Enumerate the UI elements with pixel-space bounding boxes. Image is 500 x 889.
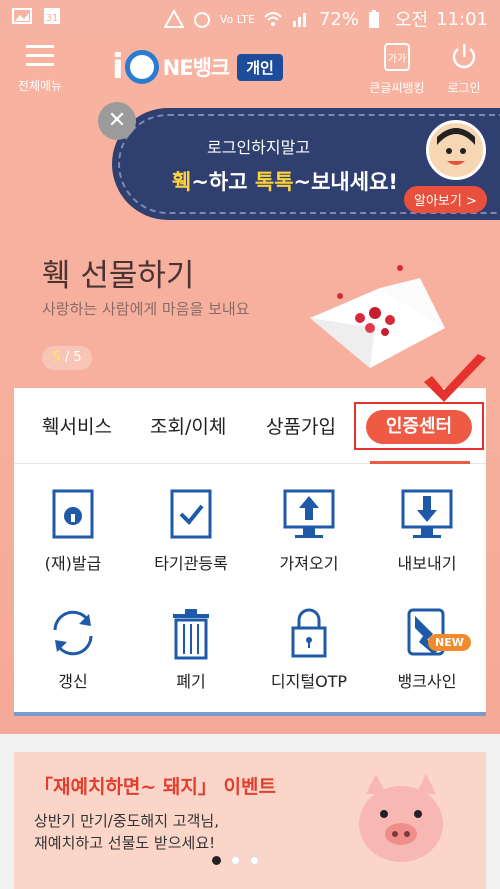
event-pager bbox=[212, 856, 259, 865]
close-banner-button[interactable]: ✕ bbox=[98, 102, 136, 140]
padlock-icon bbox=[291, 608, 327, 658]
battery-icon bbox=[367, 9, 387, 29]
login-label: 로그인 bbox=[447, 81, 481, 95]
banner-text1: ~하고 bbox=[191, 170, 255, 194]
warning-icon bbox=[163, 8, 185, 29]
app-logo[interactable]: i NE뱅크 개인 bbox=[112, 44, 283, 90]
gallery-icon bbox=[12, 6, 32, 26]
register-other-item[interactable]: 타기관등록 bbox=[132, 468, 250, 578]
character-face-icon bbox=[426, 120, 486, 180]
all-menu-label: 전체메뉴 bbox=[17, 79, 63, 93]
big-font-label: 큰글씨뱅킹 bbox=[369, 81, 425, 95]
banner-line1: 로그인하지말고 bbox=[207, 138, 311, 157]
tab-cert-center-label: 인증센터 bbox=[366, 410, 472, 444]
export-item[interactable]: 내보내기 bbox=[368, 468, 486, 578]
svg-text:31: 31 bbox=[46, 13, 59, 24]
reissue-item[interactable]: (재)발급 bbox=[14, 468, 132, 578]
banner-highlight2: 톡톡 bbox=[254, 170, 294, 194]
close-icon: ✕ bbox=[107, 108, 127, 133]
import-label: 가져오기 bbox=[279, 554, 339, 573]
renew-label: 갱신 bbox=[58, 672, 88, 691]
login-button[interactable]: 로그인 bbox=[432, 42, 496, 96]
power-icon bbox=[452, 44, 476, 69]
pager-dot[interactable] bbox=[250, 856, 259, 865]
renew-item[interactable]: 갱신 bbox=[14, 586, 132, 696]
time: 11:01 bbox=[436, 8, 488, 30]
battery-percent: 72% bbox=[318, 8, 359, 30]
personal-badge: 개인 bbox=[237, 53, 283, 81]
app-header: 전체메뉴 i NE뱅크 개인 가가 큰글씨뱅킹 로그인 bbox=[0, 34, 500, 100]
learn-more-button[interactable]: 알아보기 > bbox=[404, 186, 487, 213]
tab-inquiry-transfer[interactable]: 조회/이체 bbox=[150, 412, 226, 439]
active-tab-indicator bbox=[370, 461, 470, 464]
network-label: Vo LTE bbox=[219, 12, 255, 26]
monitor-upload-icon bbox=[283, 489, 335, 538]
import-item[interactable]: 가져오기 bbox=[250, 468, 368, 578]
logo-text: NE뱅크 bbox=[162, 56, 231, 80]
tab-product-signup[interactable]: 상품가입 bbox=[266, 412, 336, 439]
tab-hwek-service[interactable]: 훽서비스 bbox=[42, 412, 112, 439]
event-description: 상반기 만기/중도해지 고객님, 재예치하고 선물도 받으세요! bbox=[34, 810, 284, 854]
svg-text:가가: 가가 bbox=[388, 53, 406, 65]
pager-total: / 5 bbox=[64, 350, 82, 365]
carousel-pager: 5 / 5 bbox=[42, 346, 92, 370]
pig-character-icon bbox=[359, 774, 443, 862]
pager-dot[interactable] bbox=[212, 856, 221, 865]
hamburger-icon bbox=[26, 45, 54, 66]
tab-bar: 훽서비스 조회/이체 상품가입 인증센터 bbox=[14, 388, 486, 464]
event-desc-line1: 상반기 만기/중도해지 고객님, bbox=[34, 812, 219, 830]
discard-item[interactable]: 폐기 bbox=[132, 586, 250, 696]
logo-o-ring bbox=[124, 50, 159, 84]
big-font-banking-button[interactable]: 가가 큰글씨뱅킹 bbox=[362, 42, 432, 96]
all-menu-button[interactable]: 전체메뉴 bbox=[10, 42, 70, 94]
big-font-icon: 가가 bbox=[384, 43, 410, 71]
banner-text2: ~보내세요! bbox=[293, 170, 398, 194]
pager-dot[interactable] bbox=[231, 856, 240, 865]
register-other-label: 타기관등록 bbox=[154, 554, 228, 573]
banksign-label: 뱅크사인 bbox=[397, 672, 457, 691]
banner-line2: 훽~하고 톡톡~보내세요! bbox=[172, 166, 398, 196]
refresh-icon bbox=[53, 610, 93, 656]
event-title: 「재예치하면~ 돼지」 이벤트 bbox=[34, 776, 276, 798]
trash-icon bbox=[173, 609, 209, 660]
status-bar: 31 Vo LTE 72% 오전 11:01 bbox=[0, 0, 500, 34]
banner-highlight1: 훽 bbox=[172, 170, 192, 194]
gift-title: 훽 선물하기 bbox=[42, 258, 195, 294]
calendar-icon: 31 bbox=[42, 6, 62, 26]
alarm-icon bbox=[192, 9, 212, 29]
check-box-icon bbox=[170, 489, 212, 539]
event-desc-line2: 재예치하고 선물도 받으세요! bbox=[34, 834, 216, 852]
signal-icon bbox=[291, 9, 311, 29]
service-panel: 훽서비스 조회/이체 상품가입 인증센터 (재)발급 타기관등록 가져오기 내보… bbox=[14, 388, 486, 716]
monitor-download-icon bbox=[401, 489, 453, 538]
promo-banner[interactable]: 로그인하지말고 훽~하고 톡톡~보내세요! 알아보기 > bbox=[112, 108, 500, 220]
banksign-item[interactable]: NEW 뱅크사인 bbox=[368, 586, 486, 696]
gift-subtitle: 사랑하는 사람에게 마음을 보내요 bbox=[42, 300, 250, 318]
digital-otp-label: 디지털OTP bbox=[270, 672, 348, 691]
export-label: 내보내기 bbox=[397, 554, 457, 573]
digital-otp-item[interactable]: 디지털OTP bbox=[250, 586, 368, 696]
lock-icon bbox=[52, 489, 94, 539]
banksign-icon bbox=[407, 608, 445, 656]
logo-i: i bbox=[112, 47, 124, 87]
time-ampm: 오전 bbox=[395, 10, 429, 31]
event-banner[interactable]: 「재예치하면~ 돼지」 이벤트 상반기 만기/중도해지 고객님, 재예치하고 선… bbox=[14, 752, 486, 889]
discard-label: 폐기 bbox=[176, 672, 206, 691]
new-badge: NEW bbox=[428, 634, 471, 651]
reissue-label: (재)발급 bbox=[44, 554, 102, 573]
panel-bottom-border bbox=[14, 712, 486, 716]
cert-menu-grid: (재)발급 타기관등록 가져오기 내보내기 갱신 폐기 디지털OTP NEW 뱅… bbox=[14, 468, 486, 708]
checkmark-icon bbox=[424, 354, 486, 402]
wifi-icon bbox=[263, 9, 283, 29]
pager-current: 5 bbox=[52, 350, 61, 365]
